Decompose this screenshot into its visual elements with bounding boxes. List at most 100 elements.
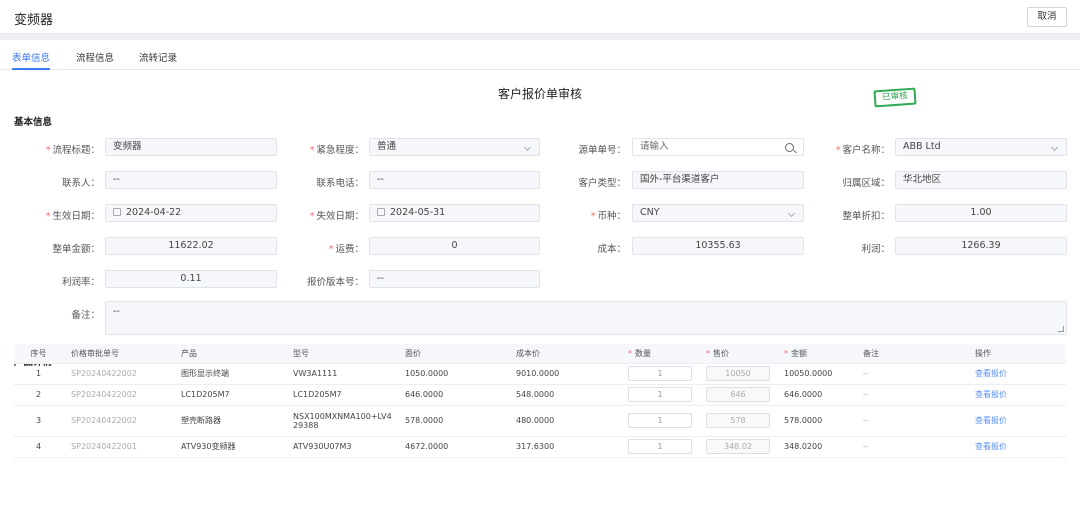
approval-no: SP20240422001 [63, 436, 173, 458]
amount: 646.0000 [776, 384, 855, 406]
page-title: 变频器 [14, 13, 54, 28]
total-amount-label: 整单金额： [52, 244, 100, 255]
discount-field[interactable]: 1.00 [895, 204, 1067, 222]
tab-process-info[interactable]: 流程信息 [76, 50, 114, 64]
product-table: 序号 价格审批单号 产品 型号 面价 成本价 * 数量 * 售价 * 金额 备注 操作… [14, 344, 1066, 458]
product-name: LC1D205M7 [173, 384, 285, 406]
chevron-down-icon [523, 143, 532, 152]
qty-cell: 1 [620, 363, 698, 385]
form-title: 客户报价单审核 [497, 87, 582, 101]
view-quote-link[interactable]: 查看报价 [967, 436, 1066, 458]
tab-form-info[interactable]: 表单信息 [12, 50, 50, 64]
tab-bar: 表单信息 流程信息 流转记录 [0, 40, 1080, 70]
contact-field[interactable]: -- [105, 171, 277, 189]
remark: -- [855, 436, 967, 458]
source-no-input[interactable]: 请输入 [632, 138, 804, 156]
freight-field[interactable]: 0 [369, 237, 540, 255]
remark: -- [855, 405, 967, 437]
approval-no: SP20240422002 [63, 405, 173, 437]
basic-info-heading: 基本信息 [14, 117, 53, 128]
qty-input[interactable]: 1 [628, 387, 692, 402]
view-quote-link[interactable]: 查看报价 [967, 405, 1066, 437]
calendar-icon [113, 208, 121, 216]
expiry-date-picker[interactable]: 2024-05-31 [369, 204, 540, 222]
process-title-label: * 流程标题： [45, 145, 100, 156]
version-label: 报价版本号： [306, 277, 364, 288]
approval-no: SP20240422002 [63, 363, 173, 385]
cost-price: 317.6300 [508, 436, 620, 458]
table-header-row: 序号 价格审批单号 产品 型号 面价 成本价 * 数量 * 售价 * 金额 备注 操作 [14, 344, 1066, 364]
region-label: 归属区域： [842, 178, 890, 189]
phone-field[interactable]: -- [369, 171, 540, 189]
product-name: 图形显示终端 [173, 363, 285, 385]
effective-date-picker[interactable]: 2024-04-22 [105, 204, 277, 222]
remark: -- [855, 363, 967, 385]
total-amount-field[interactable]: 11622.02 [105, 237, 277, 255]
table-row: 2 SP20240422002 LC1D205M7 LC1D205M7 646.… [14, 384, 1066, 406]
top-bar: 变频器 取消 [0, 0, 1080, 34]
product-name: 塑壳断路器 [173, 405, 285, 437]
chevron-down-icon [787, 209, 796, 218]
amount: 10050.0000 [776, 363, 855, 385]
price-input[interactable]: 10050 [706, 366, 770, 381]
profit-field[interactable]: 1266.39 [895, 237, 1067, 255]
price-cell: 348.02 [698, 436, 776, 458]
col-header-approval: 价格审批单号 [63, 344, 173, 364]
profit-label: 利润： [861, 244, 890, 255]
col-header-cost-price: 成本价 [508, 344, 620, 364]
remark: -- [855, 384, 967, 406]
approved-stamp: 已审核 [873, 87, 917, 108]
qty-input[interactable]: 1 [628, 366, 692, 381]
amount: 578.0000 [776, 405, 855, 437]
cancel-button[interactable]: 取消 [1027, 7, 1067, 27]
col-header-price: * 售价 [698, 344, 776, 364]
view-quote-link[interactable]: 查看报价 [967, 384, 1066, 406]
model: NSX100MXNMA100+LV4 29388 [285, 405, 397, 437]
customer-type-field[interactable]: 国外-平台渠道客户 [632, 171, 804, 189]
expiry-date-label: * 失效日期： [309, 211, 364, 222]
customer-name-label: * 客户名称： [835, 145, 890, 156]
price-cell: 10050 [698, 363, 776, 385]
search-icon[interactable] [785, 143, 794, 152]
col-header-list-price: 面价 [397, 344, 508, 364]
qty-cell: 1 [620, 405, 698, 437]
qty-cell: 1 [620, 436, 698, 458]
cost-price: 548.0000 [508, 384, 620, 406]
chevron-down-icon [1050, 143, 1059, 152]
price-input[interactable]: 646 [706, 387, 770, 402]
model: VW3A1111 [285, 363, 397, 385]
version-field[interactable]: -- [369, 270, 540, 288]
freight-label: * 运费： [328, 244, 364, 255]
source-no-label: 源单单号： [578, 145, 626, 156]
currency-select[interactable]: CNY [632, 204, 804, 222]
qty-input[interactable]: 1 [628, 439, 692, 454]
tab-flow-records[interactable]: 流转记录 [139, 50, 177, 64]
price-cell: 578 [698, 405, 776, 437]
price-input[interactable]: 348.02 [706, 439, 770, 454]
remark-label: 备注： [71, 310, 100, 321]
view-quote-link[interactable]: 查看报价 [967, 363, 1066, 385]
calendar-icon [377, 208, 385, 216]
contact-label: 联系人： [61, 178, 100, 189]
region-field[interactable]: 华北地区 [895, 171, 1067, 189]
qty-cell: 1 [620, 384, 698, 406]
cost-label: 成本： [597, 244, 626, 255]
qty-input[interactable]: 1 [628, 413, 692, 428]
process-title-field[interactable]: 变频器 [105, 138, 277, 156]
profit-rate-label: 利润率： [61, 277, 100, 288]
profit-rate-field[interactable]: 0.11 [105, 270, 277, 288]
model-line-2: 29388 [293, 420, 319, 430]
table-row: 4 SP20240422001 ATV930变频器 ATV930U07M3 46… [14, 436, 1066, 458]
cost-price: 9010.0000 [508, 363, 620, 385]
row-no: 2 [14, 384, 63, 406]
col-header-amount: * 金额 [776, 344, 855, 364]
remark-textarea[interactable]: -- [105, 301, 1067, 335]
urgency-select[interactable]: 普通 [369, 138, 540, 156]
cost-field[interactable]: 10355.63 [632, 237, 804, 255]
list-price: 1050.0000 [397, 363, 508, 385]
resize-handle-icon[interactable] [1058, 326, 1064, 332]
col-header-no: 序号 [14, 344, 63, 364]
customer-name-select[interactable]: ABB Ltd [895, 138, 1067, 156]
price-cell: 646 [698, 384, 776, 406]
price-input[interactable]: 578 [706, 413, 770, 428]
